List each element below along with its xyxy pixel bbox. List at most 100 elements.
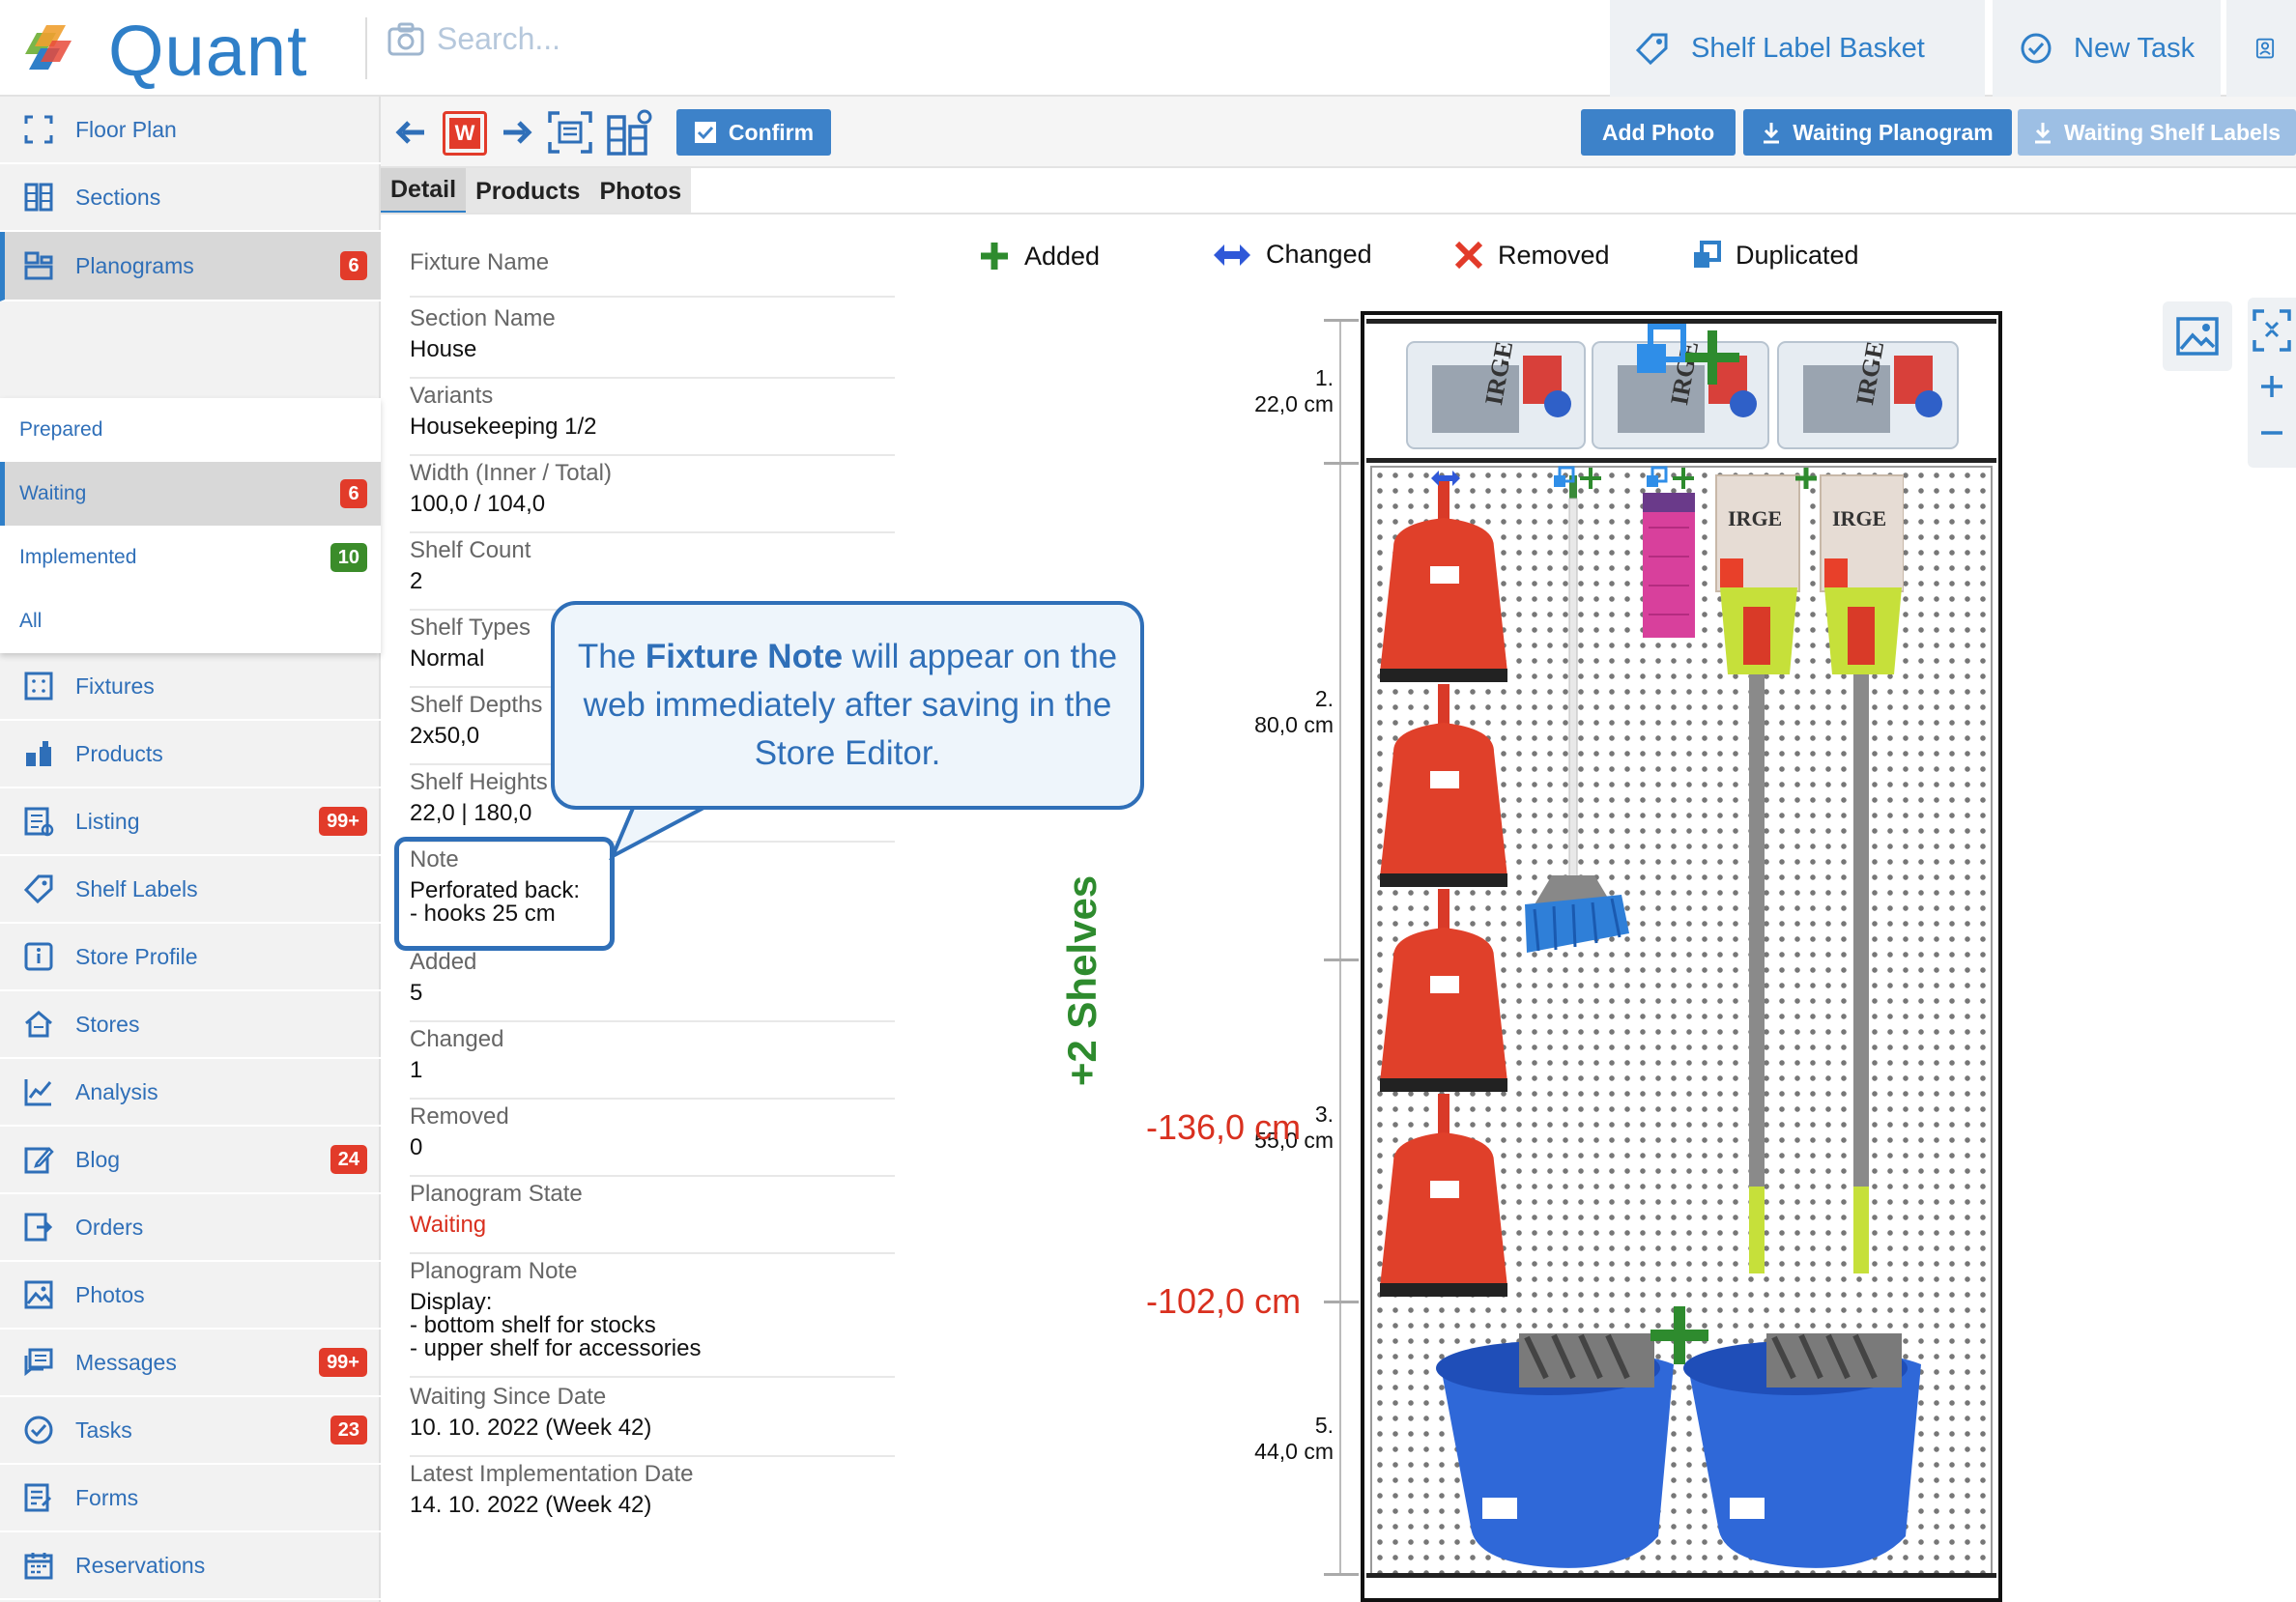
field-label: Removed xyxy=(410,1103,509,1130)
floor-plan-icon xyxy=(21,112,56,147)
removed-height-102: -102,0 cm xyxy=(1146,1281,1302,1321)
sidebar-item-label: Reservations xyxy=(75,1552,206,1578)
orders-icon xyxy=(21,1210,56,1244)
sidebar-item-floor-plan[interactable]: Floor Plan xyxy=(0,97,381,164)
field-added: Added 5 xyxy=(410,949,895,1022)
cloth-product[interactable] xyxy=(1639,470,1707,644)
note-highlight-box xyxy=(394,837,615,951)
search-bar[interactable]: Search... xyxy=(387,21,560,57)
field-variants: Variants Housekeeping 1/2 xyxy=(410,383,895,456)
sidebar-item-products[interactable]: Products xyxy=(0,721,381,788)
zoom-in-icon[interactable] xyxy=(2258,373,2285,400)
app-logo[interactable]: Quant xyxy=(17,11,308,91)
sidebar-item-reservations[interactable]: Reservations xyxy=(0,1532,381,1600)
field-label: Section Name xyxy=(410,305,556,331)
submenu-item-all[interactable]: All xyxy=(0,589,381,653)
back-arrow-icon[interactable] xyxy=(394,108,427,157)
submenu-item-label: All xyxy=(19,610,43,632)
plus-icon xyxy=(981,243,1008,270)
sidebar-item-analysis[interactable]: Analysis xyxy=(0,1059,381,1127)
tab-detail[interactable]: Detail xyxy=(381,168,467,215)
added-marker-icon xyxy=(1650,1306,1708,1364)
shelf-label-basket-button[interactable]: Shelf Label Basket xyxy=(1610,0,1985,97)
legend-added: Added xyxy=(978,240,1100,272)
sidebar-item-planograms[interactable]: Planograms 6 xyxy=(0,232,381,301)
search-input[interactable]: Search... xyxy=(437,21,560,57)
tasks-count-badge: 23 xyxy=(330,1416,367,1445)
sidebar: Floor Plan Sections Planograms 6 Prepare… xyxy=(0,97,381,1602)
sidebar-item-orders[interactable]: Orders xyxy=(0,1194,381,1262)
confirm-button[interactable]: Confirm xyxy=(676,109,831,156)
field-section-name: Section Name House xyxy=(410,305,895,379)
field-width: Width (Inner / Total) 100,0 / 104,0 xyxy=(410,460,895,533)
sidebar-item-label: Sections xyxy=(75,184,161,210)
callout-prefix: The xyxy=(577,638,646,675)
tab-products[interactable]: Products xyxy=(466,168,589,215)
submenu-item-prepared[interactable]: Prepared xyxy=(0,398,381,462)
checkbox-icon xyxy=(694,122,716,143)
detail-tabs: Detail Products Photos xyxy=(381,168,692,215)
shelf-height: 22,0 cm xyxy=(1254,391,1334,416)
field-value: 5 xyxy=(410,980,423,1006)
sidebar-item-label: Stores xyxy=(75,1011,140,1037)
zoom-out-icon[interactable] xyxy=(2258,419,2285,446)
toggle-images-button[interactable] xyxy=(2163,301,2232,371)
sidebar-item-label: Orders xyxy=(75,1214,144,1240)
sidebar-item-photos[interactable]: Photos xyxy=(0,1262,381,1330)
waiting-planogram-button[interactable]: Waiting Planogram xyxy=(1743,109,2012,156)
calendar-icon xyxy=(21,1548,56,1583)
field-waiting-since: Waiting Since Date 10. 10. 2022 (Week 42… xyxy=(410,1384,895,1457)
new-task-button[interactable]: New Task xyxy=(1993,0,2221,97)
sidebar-item-store-profile[interactable]: Store Profile xyxy=(0,924,381,991)
camera-icon[interactable] xyxy=(387,22,425,57)
sidebar-item-label: Listing xyxy=(75,808,140,834)
mop-product: IRGE xyxy=(1715,474,1800,1273)
duplicated-added-marker-icon xyxy=(1554,466,1601,489)
changed-marker-icon xyxy=(1431,471,1460,486)
sidebar-item-label: Products xyxy=(75,740,163,766)
zoom-controls xyxy=(2248,298,2296,468)
toolbar: W Confirm Add Photo Waiting Planogram Wa… xyxy=(381,97,2296,168)
field-label: Width (Inner / Total) xyxy=(410,460,612,486)
legend-added-label: Added xyxy=(1024,241,1101,271)
sidebar-item-messages[interactable]: Messages 99+ xyxy=(0,1330,381,1397)
fit-screen-icon[interactable] xyxy=(2251,307,2293,354)
profile-button[interactable] xyxy=(2226,0,2296,97)
tab-photos[interactable]: Photos xyxy=(589,168,691,215)
waiting-shelf-labels-button[interactable]: Waiting Shelf Labels xyxy=(2018,109,2296,156)
fixture-view-icon[interactable] xyxy=(545,108,595,157)
forward-arrow-icon[interactable] xyxy=(501,108,533,157)
waiting-state-badge[interactable]: W xyxy=(441,109,489,157)
sidebar-item-listing[interactable]: Listing 99+ xyxy=(0,788,381,856)
sidebar-item-sections[interactable]: Sections xyxy=(0,164,381,232)
field-label: Changed xyxy=(410,1026,504,1052)
sections-view-icon[interactable] xyxy=(605,108,655,157)
field-value: 14. 10. 2022 (Week 42) xyxy=(410,1492,652,1518)
mop-column[interactable]: IRGE IRGE xyxy=(1710,472,1904,1293)
shelf-index: 5. xyxy=(1314,1413,1334,1438)
callout-pointer xyxy=(609,802,711,860)
ruler-tick xyxy=(1324,958,1359,961)
field-label: Variants xyxy=(410,383,494,409)
dustpan-column[interactable] xyxy=(1374,470,1519,1301)
broom-product[interactable] xyxy=(1515,470,1631,962)
field-fixture-name: Fixture Name xyxy=(410,249,895,298)
sidebar-item-tasks[interactable]: Tasks 23 xyxy=(0,1397,381,1465)
sidebar-item-fixtures[interactable]: Fixtures xyxy=(0,653,381,721)
sidebar-item-forms[interactable]: Forms xyxy=(0,1465,381,1532)
shelf-index: 1. xyxy=(1314,365,1334,390)
callout-bold: Fixture Note xyxy=(645,638,844,675)
sidebar-item-blog[interactable]: Blog 24 xyxy=(0,1127,381,1194)
sidebar-item-shelf-labels[interactable]: Shelf Labels xyxy=(0,856,381,924)
product-package[interactable]: IRGE xyxy=(1774,336,1962,454)
ruler-tick xyxy=(1324,1301,1359,1303)
submenu-item-waiting[interactable]: Waiting 6 xyxy=(0,462,381,526)
shelf-line-1 xyxy=(1366,458,1996,463)
field-value: 0 xyxy=(410,1134,423,1160)
add-photo-button[interactable]: Add Photo xyxy=(1581,109,1736,156)
sidebar-item-stores[interactable]: Stores xyxy=(0,991,381,1059)
submenu-item-implemented[interactable]: Implemented 10 xyxy=(0,526,381,589)
legend-changed-label: Changed xyxy=(1266,240,1372,269)
field-value: House xyxy=(410,336,477,362)
product-package[interactable]: IRGE xyxy=(1403,336,1589,454)
